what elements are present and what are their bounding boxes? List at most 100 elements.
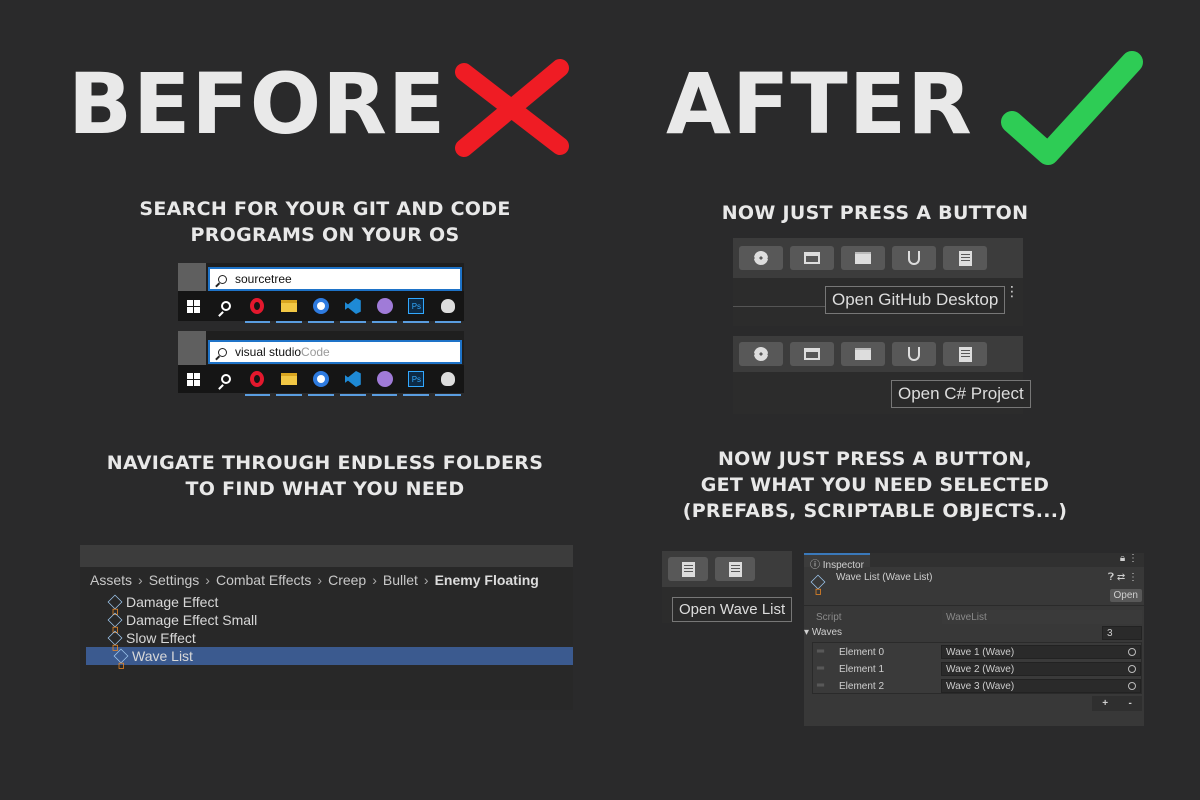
windows-start-icon[interactable] [178,289,210,323]
github-icon[interactable] [369,289,401,323]
waves-foldout[interactable]: ▾ Waves [804,627,842,638]
breadcrumb-item[interactable]: Bullet [383,572,418,588]
search-icon[interactable] [210,362,242,396]
search-typed: visual studio [235,345,302,359]
green-check-icon [1001,51,1143,165]
drag-handle-icon[interactable]: ═ [817,663,824,674]
windows-search-box[interactable]: sourcetree [208,267,462,291]
windows-search-mock: sourcetree Ps [178,263,464,323]
inspector-title: Wave List (Wave List) [836,572,933,583]
element-label: Element 1 [839,664,885,675]
drag-handle-icon[interactable]: ═ [817,680,824,691]
caption-search: SEARCH FOR YOUR GIT AND CODE PROGRAMS ON… [100,196,550,248]
caption-line: (PREFABS, SCRIPTABLE OBJECTS...) [682,500,1068,522]
drag-handle-icon[interactable]: ═ [817,646,824,657]
vscode-icon[interactable] [337,289,369,323]
remove-element-button[interactable]: - [1128,698,1131,709]
app-icon[interactable] [305,289,337,323]
csharp-project-button[interactable] [943,342,987,366]
file-explorer-icon[interactable] [273,362,305,396]
unity-toolbar-mock: ⋮ Open GitHub Desktop [733,238,1023,326]
array-size-field[interactable]: 3 [1102,626,1142,640]
file-explorer-icon[interactable] [273,289,305,323]
archive-button[interactable] [790,342,834,366]
tooltip-csharp-project: Open C# Project [891,380,1031,408]
breadcrumb-item[interactable]: Assets [90,572,132,588]
scriptable-object-icon [107,612,123,628]
wave-list-button[interactable] [715,557,755,581]
breadcrumb-item[interactable]: Creep [328,572,366,588]
unreal-icon[interactable] [432,362,464,396]
archive-icon [804,348,820,360]
caption-line: TO FIND WHAT YOU NEED [185,478,465,500]
branch-button[interactable] [892,342,936,366]
caption-line: NAVIGATE THROUGH ENDLESS FOLDERS [106,452,544,474]
breadcrumb-current[interactable]: Enemy Floating [435,572,539,588]
photoshop-icon[interactable]: Ps [400,362,432,396]
element-field[interactable]: Wave 2 (Wave) [941,662,1141,676]
unity-toolbar-mock: Open C# Project [733,336,1031,414]
red-cross-icon [455,59,569,157]
caption-line: PROGRAMS ON YOUR OS [190,224,460,246]
taskbar: Ps [178,362,464,396]
list-item[interactable]: Damage Effect [80,593,573,611]
info-icon: ⓘ [810,560,823,571]
gear-icon [754,251,768,265]
document-button[interactable] [668,557,708,581]
tooltip-wave-list: Open Wave List [672,597,793,622]
project-panel: Assets › Settings › Combat Effects › Creep ›… [80,545,573,710]
github-icon[interactable] [369,362,401,396]
unity-toolbar-mock: Open Wave List [662,551,793,623]
photoshop-icon[interactable]: Ps [400,289,432,323]
breadcrumb-item[interactable]: Combat Effects [216,572,311,588]
search-typed: sourcetree [235,272,292,286]
element-label: Element 0 [839,647,885,658]
object-picker-icon[interactable] [1128,648,1136,656]
panel-toolbar [80,545,573,567]
settings-button[interactable] [739,246,783,270]
list-item-selected[interactable]: Wave List [86,647,573,665]
github-desktop-button[interactable] [892,246,936,270]
object-picker-icon[interactable] [1128,682,1136,690]
unreal-icon[interactable] [432,289,464,323]
object-picker-icon[interactable] [1128,665,1136,673]
windows-start-icon[interactable] [178,362,210,396]
breadcrumb: Assets › Settings › Combat Effects › Creep ›… [90,572,539,588]
folder-button[interactable] [841,342,885,366]
caption-press-select: NOW JUST PRESS A BUTTON, GET WHAT YOU NE… [640,446,1110,524]
document-button[interactable] [943,246,987,270]
before-title: BEFORE [68,55,447,153]
document-icon [728,561,742,577]
caption-line: SEARCH FOR YOUR GIT AND CODE [139,198,511,220]
kebab-menu-icon[interactable]: ⋮ [1005,284,1019,300]
vscode-icon[interactable] [337,362,369,396]
scriptable-object-icon [107,630,123,646]
lock-icon[interactable]: 🔒︎ ⋮ [1120,553,1138,564]
help-icon[interactable]: ❓︎ ⇄ ⋮ [1108,572,1138,583]
archive-button[interactable] [790,246,834,270]
list-item[interactable]: Slow Effect [80,629,573,647]
opera-icon[interactable] [242,362,274,396]
windows-search-box[interactable]: visual studio Code [208,340,462,364]
inspector-panel: ⓘ Inspector 🔒︎ ⋮ Wave List (Wave List) ❓… [804,553,1144,726]
settings-button[interactable] [739,342,783,366]
app-icon[interactable] [305,362,337,396]
branch-icon [908,251,920,265]
caption-press-button: NOW JUST PRESS A BUTTON [721,202,1029,224]
search-completion: Code [301,345,330,359]
opera-icon[interactable] [242,289,274,323]
element-field[interactable]: Wave 1 (Wave) [941,645,1141,659]
tab-inspector[interactable]: ⓘ Inspector [804,553,870,571]
folder-button[interactable] [841,246,885,270]
list-item[interactable]: Damage Effect Small [80,611,573,629]
search-icon [218,274,227,284]
wave-array-list: ═ Element 0 Wave 1 (Wave) ═ Element 1 Wa… [812,642,1142,694]
caption-line: GET WHAT YOU NEED SELECTED [700,474,1050,496]
open-button[interactable]: Open [1109,589,1142,602]
breadcrumb-item[interactable]: Settings [149,572,200,588]
element-field[interactable]: Wave 3 (Wave) [941,679,1141,693]
search-icon[interactable] [210,289,242,323]
add-element-button[interactable]: + [1102,698,1108,709]
document-icon [681,561,695,577]
array-controls: + - [1092,696,1142,711]
